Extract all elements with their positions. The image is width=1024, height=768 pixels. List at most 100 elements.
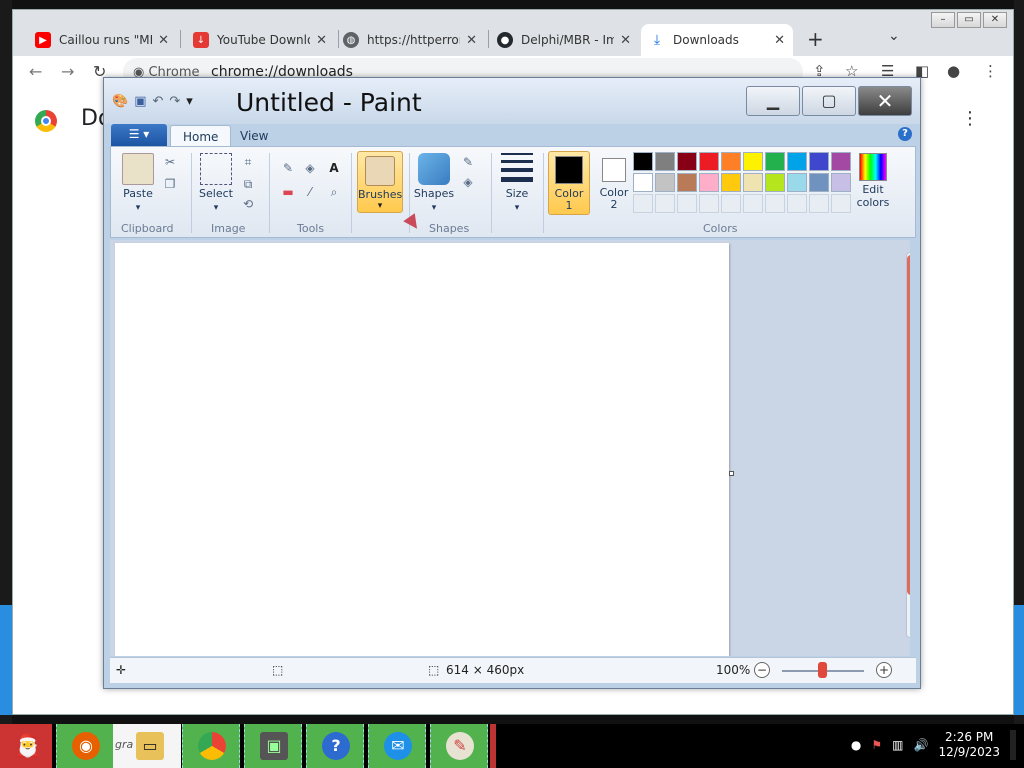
customize-qat-icon[interactable]: ▾ — [186, 94, 193, 109]
shapes-button[interactable]: Shapes ▾ — [413, 151, 455, 213]
palette-swatch[interactable] — [787, 152, 807, 171]
palette-swatch[interactable] — [677, 152, 697, 171]
tab-youtube-downloader[interactable]: ↓ YouTube Downlo ✕ — [185, 24, 335, 56]
palette-custom-slot[interactable] — [809, 194, 829, 213]
profile-icon[interactable]: ● — [947, 62, 960, 80]
palette-swatch[interactable] — [765, 152, 785, 171]
help-icon[interactable]: ? — [898, 127, 912, 141]
network-icon[interactable]: ▥ — [892, 738, 903, 752]
palette-custom-slot[interactable] — [765, 194, 785, 213]
paint-titlebar[interactable]: 🎨 ▣ ↶ ↷ ▾ Untitled - Paint ▁ ▢ ✕ — [104, 78, 920, 124]
color1-button[interactable]: Color 1 — [548, 151, 590, 215]
close-icon[interactable]: ✕ — [158, 33, 169, 48]
palette-swatch[interactable] — [787, 173, 807, 192]
paint-menu-button[interactable]: ☰ ▾ — [111, 124, 167, 146]
pencil-icon[interactable]: ✎ — [279, 159, 297, 177]
close-icon[interactable]: ✕ — [316, 33, 327, 48]
close-button[interactable]: ✕ — [983, 12, 1007, 28]
palette-swatch[interactable] — [809, 152, 829, 171]
tab-github[interactable]: ● Delphi/MBR - Im ✕ — [489, 24, 639, 56]
palette-custom-slot[interactable] — [699, 194, 719, 213]
taskbar-monitor[interactable]: ▣ — [244, 724, 302, 768]
forward-icon[interactable]: → — [61, 62, 74, 81]
palette-custom-slot[interactable] — [655, 194, 675, 213]
drawing-canvas[interactable] — [115, 243, 729, 656]
color-picker-icon[interactable]: ⁄ — [301, 183, 319, 201]
volume-icon[interactable]: 🔊 — [914, 738, 929, 752]
tab-view[interactable]: View — [228, 125, 280, 147]
close-icon[interactable]: ✕ — [466, 33, 477, 48]
palette-swatch[interactable] — [765, 173, 785, 192]
palette-swatch[interactable] — [655, 173, 675, 192]
palette-swatch[interactable] — [677, 173, 697, 192]
taskbar-firefox[interactable]: ◉ — [56, 724, 114, 768]
maximize-button[interactable]: ▢ — [802, 86, 856, 116]
flag-icon[interactable]: ⚑ — [871, 738, 882, 752]
palette-swatch[interactable] — [699, 152, 719, 171]
palette-swatch[interactable] — [721, 152, 741, 171]
palette-swatch[interactable] — [633, 173, 653, 192]
tab-caillou[interactable]: ▶ Caillou runs "MEI ✕ — [27, 24, 177, 56]
palette-swatch[interactable] — [831, 152, 851, 171]
palette-custom-slot[interactable] — [633, 194, 653, 213]
zoom-out-button[interactable]: − — [754, 662, 770, 678]
palette-swatch[interactable] — [809, 173, 829, 192]
shape-fill-icon[interactable]: ◈ — [459, 173, 477, 191]
palette-swatch[interactable] — [655, 152, 675, 171]
palette-swatch[interactable] — [743, 152, 763, 171]
taskbar-explorer[interactable]: ▭ — [120, 724, 180, 768]
tab-httperror[interactable]: ◍ https://httperron ✕ — [335, 24, 485, 56]
rotate-icon[interactable]: ⟲ — [239, 195, 257, 213]
copy-icon[interactable]: ❐ — [161, 175, 179, 193]
close-button[interactable]: ✕ — [858, 86, 912, 116]
tab-search-icon[interactable]: ⌄ — [888, 28, 900, 44]
taskbar-help[interactable]: ? — [306, 724, 364, 768]
crop-icon[interactable]: ⌗ — [239, 153, 257, 171]
tab-downloads[interactable]: ⤓ Downloads ✕ — [641, 24, 793, 56]
maximize-button[interactable]: ▭ — [957, 12, 981, 28]
close-icon[interactable]: ✕ — [620, 33, 631, 48]
size-button[interactable]: Size ▾ — [497, 151, 537, 213]
select-button[interactable]: Select ▾ — [195, 151, 237, 213]
palette-swatch[interactable] — [633, 152, 653, 171]
more-actions-icon[interactable]: ⋮ — [961, 108, 979, 129]
minimize-button[interactable]: ▁ — [746, 86, 800, 116]
save-icon[interactable]: ▣ — [134, 94, 146, 109]
tab-home[interactable]: Home — [170, 125, 232, 147]
palette-custom-slot[interactable] — [677, 194, 697, 213]
palette-custom-slot[interactable] — [721, 194, 741, 213]
menu-icon[interactable]: ⋮ — [983, 62, 998, 80]
zoom-in-button[interactable]: + — [876, 662, 892, 678]
palette-custom-slot[interactable] — [743, 194, 763, 213]
eraser-icon[interactable]: ▬ — [279, 183, 297, 201]
palette-swatch[interactable] — [699, 173, 719, 192]
back-icon[interactable]: ← — [29, 62, 42, 81]
brushes-button[interactable]: Brushes ▾ — [357, 151, 403, 213]
palette-swatch[interactable] — [743, 173, 763, 192]
palette-swatch[interactable] — [721, 173, 741, 192]
start-button[interactable]: 🎅 — [0, 724, 52, 768]
palette-swatch[interactable] — [831, 173, 851, 192]
taskbar-paint[interactable]: ✎ — [430, 724, 488, 768]
fill-icon[interactable]: ◈ — [301, 159, 319, 177]
taskbar-chat[interactable]: ✉ — [368, 724, 426, 768]
color2-button[interactable]: Color 2 — [593, 151, 635, 215]
redo-icon[interactable]: ↷ — [169, 94, 180, 109]
minimize-button[interactable]: – — [931, 12, 955, 28]
zoom-slider-thumb[interactable] — [818, 662, 827, 678]
clock[interactable]: 2:26 PM 12/9/2023 — [938, 730, 1000, 760]
resize-icon[interactable]: ⧉ — [239, 175, 257, 193]
notification-dot-icon[interactable]: ● — [851, 738, 861, 752]
magnifier-icon[interactable]: ⌕ — [325, 183, 343, 201]
palette-custom-slot[interactable] — [787, 194, 807, 213]
outline-icon[interactable]: ✎ — [459, 153, 477, 171]
scrollbar-thumb[interactable] — [907, 255, 910, 595]
show-desktop-button[interactable] — [1010, 730, 1016, 760]
palette-custom-slot[interactable] — [831, 194, 851, 213]
close-icon[interactable]: ✕ — [774, 33, 785, 48]
cut-icon[interactable]: ✂ — [161, 153, 179, 171]
undo-icon[interactable]: ↶ — [152, 94, 163, 109]
text-icon[interactable]: A — [325, 159, 343, 177]
paste-button[interactable]: Paste ▾ — [119, 151, 157, 213]
new-tab-button[interactable]: + — [807, 27, 824, 51]
